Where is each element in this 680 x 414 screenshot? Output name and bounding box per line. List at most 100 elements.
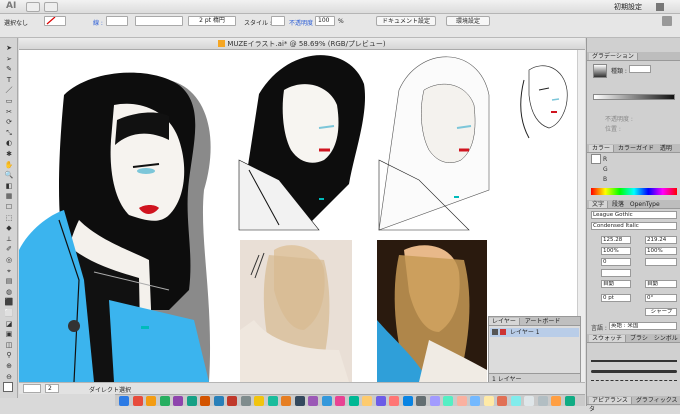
dock-app-icon[interactable] <box>497 396 507 406</box>
dock-app-icon[interactable] <box>375 396 386 406</box>
tool-icon[interactable]: ⤡ <box>3 129 15 137</box>
tab-transparency[interactable]: 透明 <box>658 145 674 152</box>
dock-app-icon[interactable] <box>281 396 291 406</box>
tool-icon[interactable]: T <box>3 76 15 84</box>
dock-app-icon[interactable] <box>362 396 372 406</box>
tab-color[interactable]: カラー <box>589 145 615 152</box>
tool-icon[interactable]: ⊖ <box>3 373 15 381</box>
stroke-label[interactable]: 線 : <box>93 18 103 27</box>
language-select[interactable]: 英語 : 米国 <box>609 322 677 330</box>
workspace-switcher[interactable]: 初期設定 <box>614 2 642 12</box>
dock-app-icon[interactable] <box>119 396 129 406</box>
variable-width-select[interactable] <box>135 16 183 26</box>
dock-app-icon[interactable] <box>294 396 305 406</box>
tool-icon[interactable]: ✱ <box>3 150 15 158</box>
dock-app-icon[interactable] <box>402 396 413 406</box>
tab-opentype[interactable]: OpenType <box>628 201 662 208</box>
tool-icon[interactable]: ◐ <box>3 139 15 147</box>
dock-app-icon[interactable] <box>524 396 534 406</box>
leading-input[interactable]: 219.24 <box>645 236 677 244</box>
dock-app-icon[interactable] <box>416 396 426 406</box>
tool-icon[interactable]: ⬜ <box>3 309 15 317</box>
tab-color-guide[interactable]: カラーガイド <box>616 145 656 152</box>
color-spectrum[interactable] <box>591 188 677 195</box>
tab-paragraph[interactable]: 段落 <box>610 201 626 208</box>
stroke-weight-input[interactable] <box>106 16 128 26</box>
tool-icon[interactable]: ☐ <box>3 203 15 211</box>
document-tab[interactable]: MUZEイラスト.ai* @ 58.69% (RGB/プレビュー) <box>19 38 585 50</box>
preferences-button[interactable]: 環境設定 <box>446 16 490 26</box>
tab-layers[interactable]: レイヤー <box>489 318 520 325</box>
tracking-input[interactable] <box>645 258 677 266</box>
tool-icon[interactable]: ➢ <box>3 55 15 63</box>
dock-app-icon[interactable] <box>510 396 521 406</box>
dock-app-icon[interactable] <box>240 396 251 406</box>
tool-icon[interactable]: ⬚ <box>3 214 15 222</box>
fill-swatch[interactable] <box>44 16 66 26</box>
aki-left-select[interactable]: 自動 <box>601 280 631 288</box>
dock-app-icon[interactable] <box>227 396 237 406</box>
tool-icon[interactable]: ⚲ <box>3 351 15 359</box>
tab-symbols[interactable]: シンボル <box>652 335 680 342</box>
dock-app-icon[interactable] <box>254 396 264 406</box>
fill-stroke-swatch[interactable] <box>3 382 13 392</box>
tool-icon[interactable]: ◍ <box>3 288 15 296</box>
search-icon[interactable] <box>656 3 664 11</box>
horizontal-scale-input[interactable]: 100% <box>645 247 677 255</box>
tool-icon[interactable]: ⊕ <box>3 362 15 370</box>
dock-app-icon[interactable] <box>537 396 548 406</box>
brush-stroke-3[interactable] <box>591 380 677 381</box>
tool-icon[interactable]: ◆ <box>3 224 15 232</box>
kerning-input[interactable]: 0 <box>601 258 631 266</box>
tool-icon[interactable]: ◫ <box>3 341 15 349</box>
antialias-select[interactable]: シャープ <box>645 308 677 316</box>
tool-icon[interactable]: ◧ <box>3 182 15 190</box>
eye-icon[interactable] <box>492 329 498 335</box>
dock-app-icon[interactable] <box>389 396 399 406</box>
dock-app-icon[interactable] <box>551 396 561 406</box>
panel-menu-icon[interactable] <box>662 16 672 26</box>
tool-icon[interactable]: ▣ <box>3 330 15 338</box>
tool-icon[interactable]: ✎ <box>3 65 15 73</box>
tool-icon[interactable]: ⟂ <box>3 235 15 243</box>
tool-icon[interactable]: ／ <box>3 86 15 94</box>
dock-app-icon[interactable] <box>470 396 480 406</box>
tool-icon[interactable]: ⌖ <box>3 267 15 275</box>
font-size-input[interactable]: 125.28 <box>601 236 631 244</box>
tool-icon[interactable]: ◎ <box>3 256 15 264</box>
arrange-button[interactable] <box>44 2 58 12</box>
vertical-scale-input[interactable]: 100% <box>601 247 631 255</box>
tab-artboards[interactable]: アートボード <box>522 318 564 325</box>
artboard-number-input[interactable]: 2 <box>45 384 59 393</box>
gradient-preview[interactable] <box>593 64 607 78</box>
tool-icon[interactable]: 🔍 <box>3 171 15 179</box>
tsume-input[interactable] <box>601 269 631 277</box>
dock-app-icon[interactable] <box>564 396 575 406</box>
fill-color-box[interactable] <box>591 154 601 164</box>
opacity-input[interactable]: 100 <box>315 16 335 26</box>
bridge-button[interactable] <box>26 2 40 12</box>
dock-app-icon[interactable] <box>173 396 183 406</box>
dock-app-icon[interactable] <box>483 396 494 406</box>
dock-app-icon[interactable] <box>456 396 467 406</box>
dock-app-icon[interactable] <box>186 396 197 406</box>
tool-icon[interactable]: ▤ <box>3 277 15 285</box>
tool-icon[interactable]: ✋ <box>3 161 15 169</box>
dock-app-icon[interactable] <box>267 396 278 406</box>
zoom-input[interactable] <box>23 384 41 393</box>
baseline-shift-input[interactable]: 0 pt <box>601 294 631 302</box>
tab-appearance[interactable]: アピアランス <box>589 397 632 404</box>
tab-brushes[interactable]: ブラシ <box>628 335 650 342</box>
dock-app-icon[interactable] <box>321 396 332 406</box>
tool-icon[interactable]: ✂ <box>3 108 15 116</box>
dock-app-icon[interactable] <box>200 396 210 406</box>
tool-icon[interactable]: ⟳ <box>3 118 15 126</box>
opacity-label[interactable]: 不透明度 <box>289 18 313 27</box>
document-setup-button[interactable]: ドキュメント設定 <box>376 16 436 26</box>
aki-right-select[interactable]: 自動 <box>645 280 677 288</box>
character-rotation-input[interactable]: 0° <box>645 294 677 302</box>
dock-app-icon[interactable] <box>213 396 224 406</box>
tab-gradient[interactable]: グラデーション <box>589 53 638 60</box>
gradient-slider[interactable] <box>593 94 675 100</box>
dock-app-icon[interactable] <box>335 396 345 406</box>
